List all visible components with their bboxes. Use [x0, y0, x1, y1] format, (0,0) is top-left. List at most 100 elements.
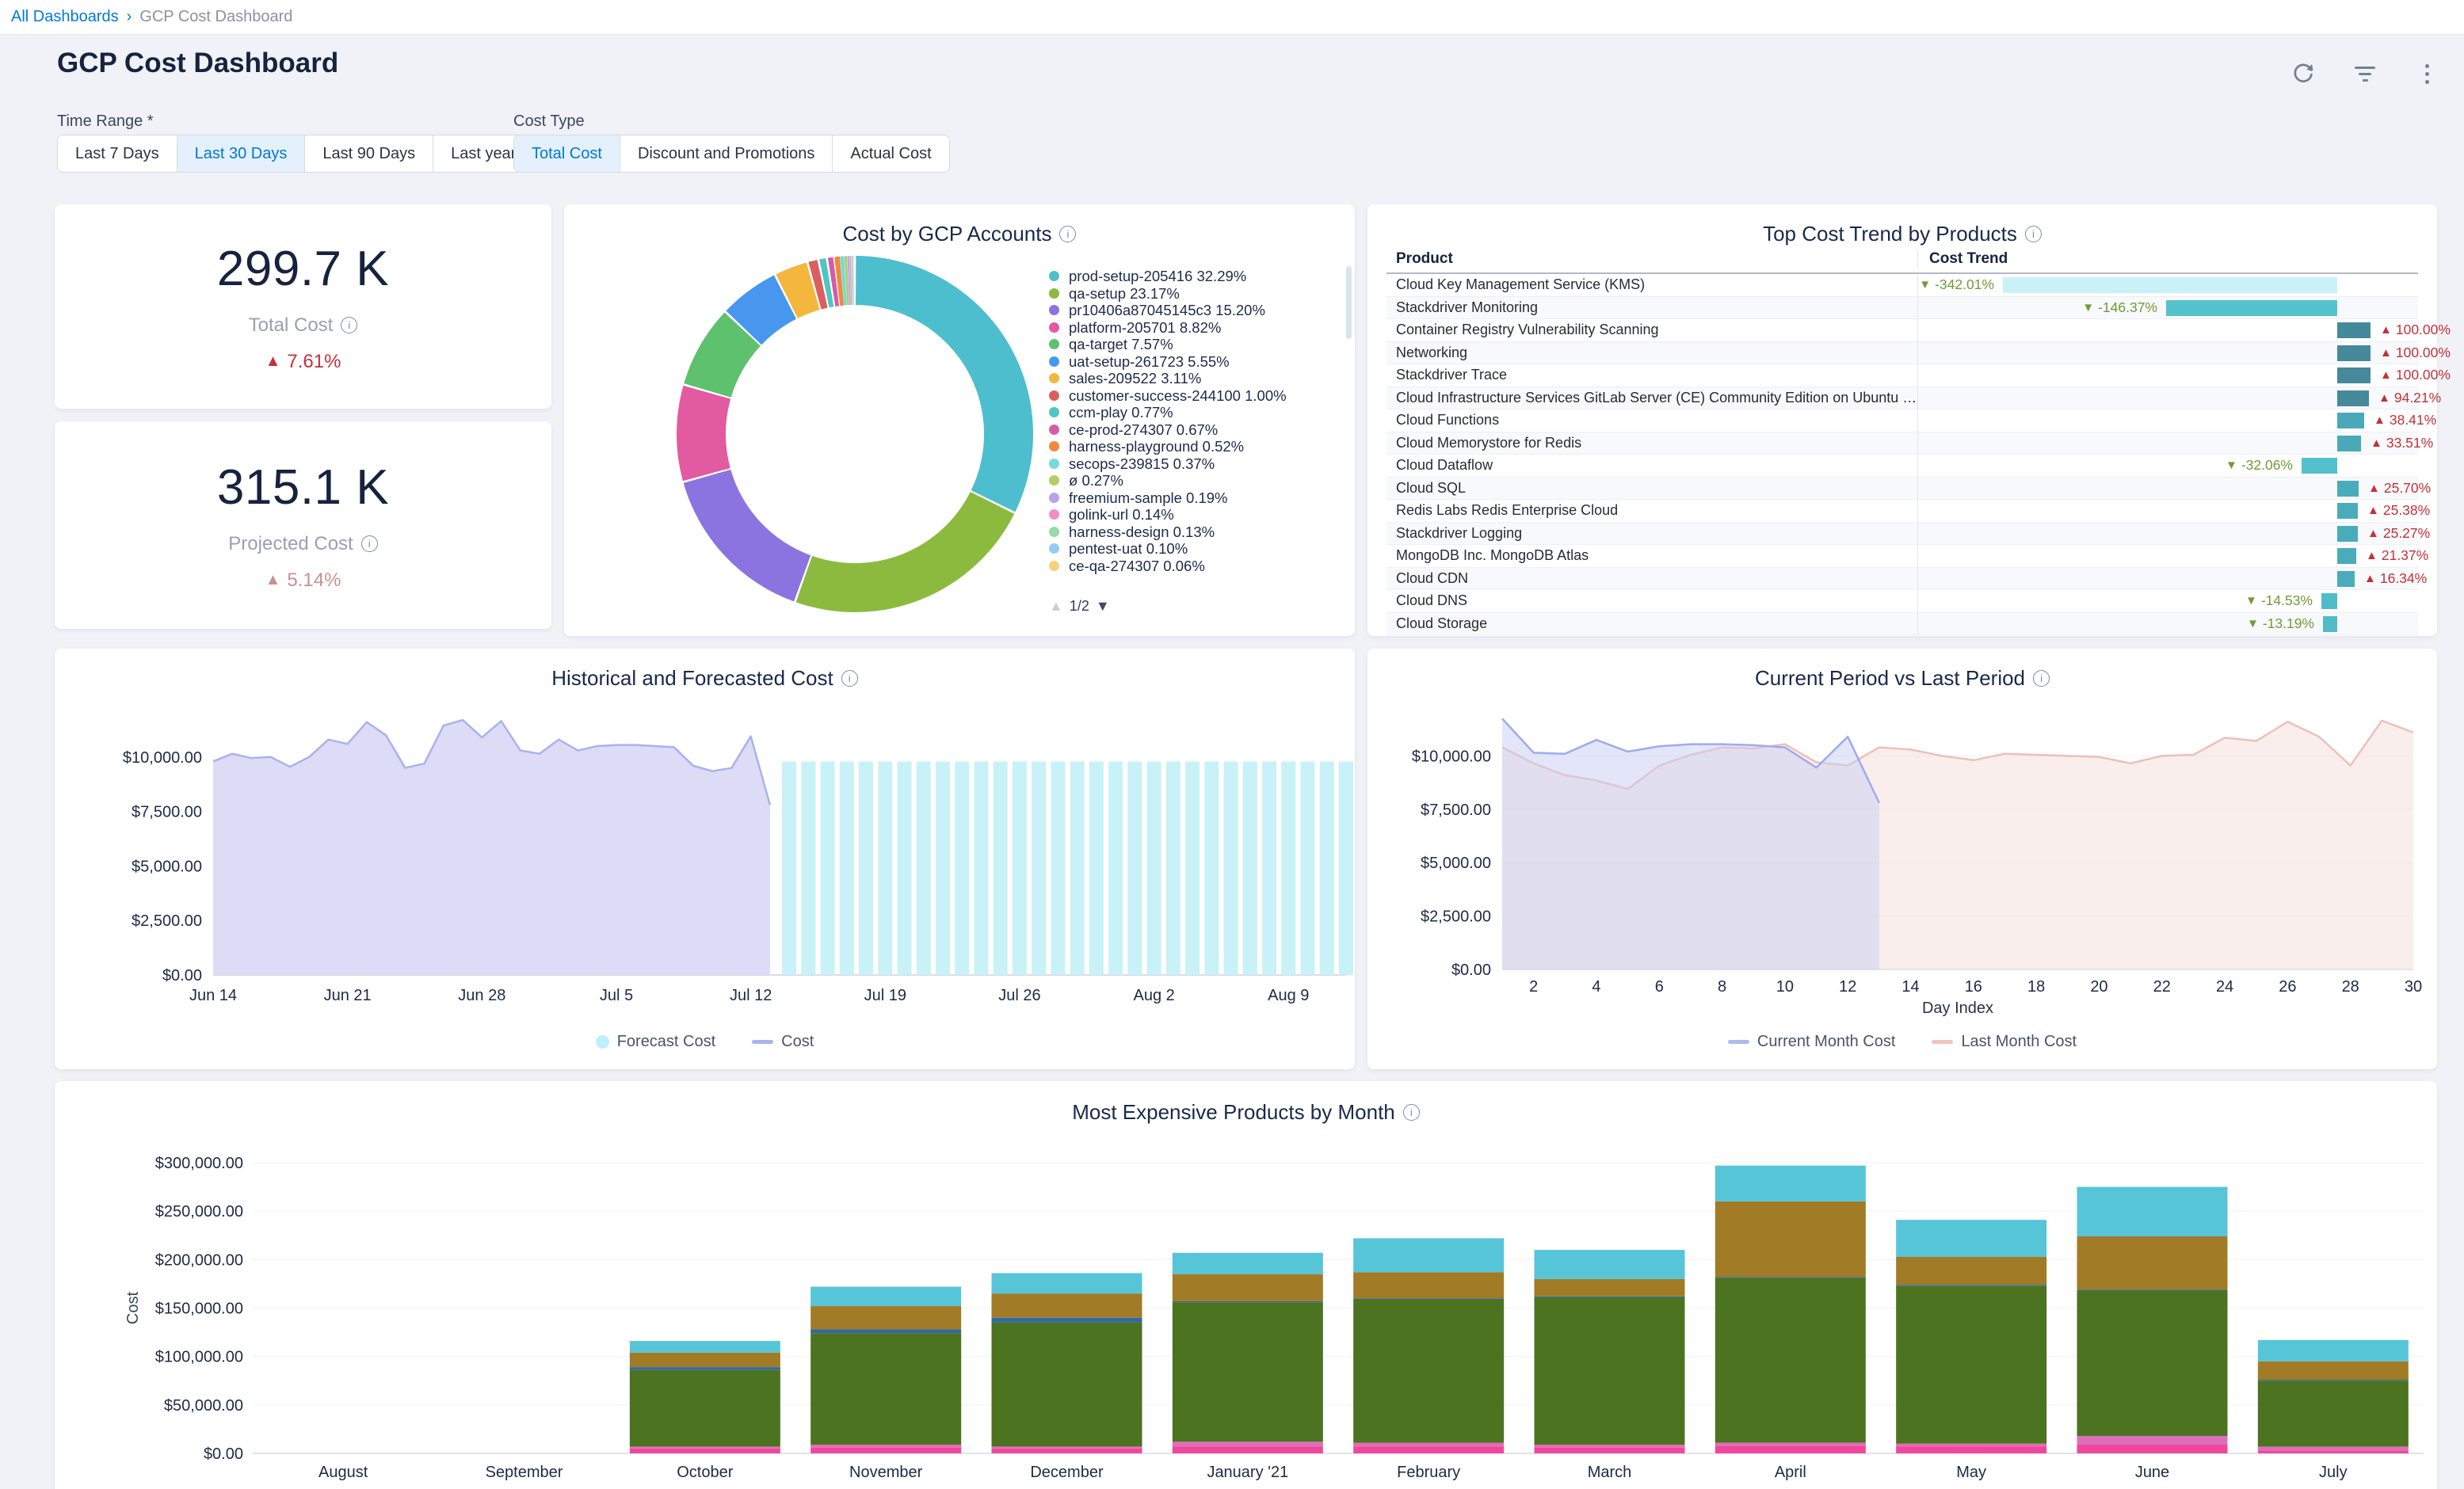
pager-up-icon[interactable]: ▲: [1049, 598, 1063, 615]
legend-item[interactable]: harness-design 0.13%: [1049, 524, 1360, 541]
stacked-bar-segment[interactable]: [2077, 1187, 2228, 1236]
filter-option-total-cost[interactable]: Total Cost: [514, 135, 620, 172]
stacked-bar-segment[interactable]: [1535, 1297, 1685, 1445]
legend-item[interactable]: qa-setup 23.17%: [1049, 285, 1360, 303]
legend-item[interactable]: harness-playground 0.52%: [1049, 438, 1360, 455]
stacked-bar-segment[interactable]: [2258, 1361, 2409, 1380]
legend-item[interactable]: sales-209522 3.11%: [1049, 370, 1360, 387]
stacked-bar-segment[interactable]: [811, 1287, 961, 1306]
legend-item[interactable]: ccm-play 0.77%: [1049, 404, 1360, 421]
legend-item[interactable]: ø 0.27%: [1049, 472, 1360, 489]
filter-option-actual-cost[interactable]: Actual Cost: [833, 135, 948, 172]
filter-icon[interactable]: [2351, 60, 2378, 87]
stacked-bar-segment[interactable]: [1353, 1443, 1504, 1447]
stacked-bar-segment[interactable]: [1896, 1257, 2046, 1285]
stacked-bar-segment[interactable]: [2077, 1236, 2228, 1289]
legend-item[interactable]: pr10406a87045145c3 15.20%: [1049, 302, 1360, 319]
stacked-bar-segment[interactable]: [630, 1367, 780, 1370]
stacked-bar-segment[interactable]: [992, 1318, 1142, 1323]
stacked-bar-segment[interactable]: [1535, 1448, 1685, 1453]
legend-item[interactable]: Cost: [752, 1033, 814, 1051]
stacked-bar-segment[interactable]: [2077, 1445, 2228, 1453]
legend-item[interactable]: qa-target 7.57%: [1049, 336, 1360, 353]
legend-item[interactable]: ce-qa-274307 0.06%: [1049, 558, 1360, 575]
stacked-bar-segment[interactable]: [630, 1353, 780, 1367]
legend-item[interactable]: secops-239815 0.37%: [1049, 455, 1360, 473]
stacked-bar-segment[interactable]: [2077, 1436, 2228, 1445]
stacked-bar-segment[interactable]: [1173, 1253, 1323, 1274]
donut-slice-ce-qa-274307[interactable]: [853, 256, 854, 305]
stacked-bar-segment[interactable]: [2258, 1340, 2409, 1361]
legend-item[interactable]: prod-setup-205416 32.29%: [1049, 268, 1360, 285]
stacked-bar-segment[interactable]: [1715, 1277, 1866, 1278]
info-icon[interactable]: i: [361, 535, 378, 552]
stacked-bar-segment[interactable]: [1535, 1445, 1685, 1448]
stacked-bar-segment[interactable]: [1715, 1166, 1866, 1201]
donut-slice-qa-setup[interactable]: [796, 492, 1015, 612]
stacked-bar-segment[interactable]: [1896, 1446, 2046, 1453]
stacked-bar-segment[interactable]: [1353, 1238, 1504, 1272]
legend-item[interactable]: Forecast Cost: [596, 1033, 715, 1051]
stacked-bar-segment[interactable]: [992, 1273, 1142, 1293]
stacked-bar-segment[interactable]: [1896, 1285, 2046, 1443]
stacked-bar-segment[interactable]: [1173, 1301, 1323, 1302]
info-icon[interactable]: i: [841, 670, 858, 687]
legend-scrollbar[interactable]: [1346, 266, 1352, 339]
info-icon[interactable]: i: [1059, 226, 1076, 242]
pager-down-icon[interactable]: ▼: [1096, 598, 1110, 615]
legend-item[interactable]: Last Month Cost: [1932, 1033, 2077, 1051]
info-icon[interactable]: i: [341, 317, 357, 333]
info-icon[interactable]: i: [2025, 226, 2042, 242]
filter-option-last-7-days[interactable]: Last 7 Days: [58, 135, 177, 172]
legend-item[interactable]: freemium-sample 0.19%: [1049, 489, 1360, 507]
stacked-bar-segment[interactable]: [1173, 1441, 1323, 1446]
stacked-bar-segment[interactable]: [1353, 1272, 1504, 1298]
legend-item[interactable]: ce-prod-274307 0.67%: [1049, 421, 1360, 439]
stacked-bar-segment[interactable]: [2258, 1446, 2409, 1450]
filter-option-last-90-days[interactable]: Last 90 Days: [305, 135, 433, 172]
stacked-bar-segment[interactable]: [1715, 1443, 1866, 1446]
stacked-bar-segment[interactable]: [630, 1446, 780, 1448]
legend-item[interactable]: platform-205701 8.82%: [1049, 319, 1360, 337]
legend-item[interactable]: pentest-uat 0.10%: [1049, 540, 1360, 558]
stacked-bar-segment[interactable]: [811, 1448, 961, 1453]
stacked-bar-segment[interactable]: [630, 1449, 780, 1453]
stacked-bar-segment[interactable]: [1173, 1302, 1323, 1441]
stacked-bar-segment[interactable]: [1535, 1279, 1685, 1297]
stacked-bar-segment[interactable]: [1173, 1446, 1323, 1453]
stacked-bar-segment[interactable]: [1353, 1446, 1504, 1453]
stacked-bar-segment[interactable]: [1353, 1299, 1504, 1442]
stacked-bar-segment[interactable]: [811, 1306, 961, 1329]
stacked-bar-segment[interactable]: [811, 1333, 961, 1445]
stacked-bar-segment[interactable]: [630, 1370, 780, 1447]
filter-option-discount-and-promotions[interactable]: Discount and Promotions: [620, 135, 833, 172]
info-icon[interactable]: i: [1403, 1104, 1420, 1121]
stacked-bar-segment[interactable]: [2077, 1289, 2228, 1290]
donut-slice-prod-setup-205416[interactable]: [856, 256, 1033, 512]
stacked-bar-segment[interactable]: [1896, 1444, 2046, 1447]
stacked-bar-segment[interactable]: [2077, 1290, 2228, 1436]
stacked-bar-segment[interactable]: [1173, 1274, 1323, 1301]
stacked-bar-segment[interactable]: [811, 1445, 961, 1448]
more-options-icon[interactable]: [2413, 60, 2440, 87]
stacked-bar-segment[interactable]: [1535, 1250, 1685, 1279]
stacked-bar-segment[interactable]: [992, 1446, 1142, 1448]
stacked-bar-segment[interactable]: [992, 1293, 1142, 1318]
filter-option-last-30-days[interactable]: Last 30 Days: [177, 135, 306, 172]
refresh-icon[interactable]: [2290, 60, 2317, 87]
stacked-bar-segment[interactable]: [811, 1329, 961, 1333]
legend-item[interactable]: customer-success-244100 1.00%: [1049, 387, 1360, 405]
legend-item[interactable]: golink-url 0.14%: [1049, 506, 1360, 524]
donut-slice-pr10406a87045145c3[interactable]: [684, 470, 811, 602]
legend-item[interactable]: uat-setup-261723 5.55%: [1049, 353, 1360, 371]
stacked-bar-segment[interactable]: [630, 1341, 780, 1353]
stacked-bar-segment[interactable]: [992, 1449, 1142, 1453]
info-icon[interactable]: i: [2033, 670, 2050, 687]
stacked-bar-segment[interactable]: [1715, 1201, 1866, 1277]
stacked-bar-segment[interactable]: [1353, 1298, 1504, 1299]
stacked-bar-segment[interactable]: [1896, 1220, 2046, 1256]
stacked-bar-segment[interactable]: [1715, 1445, 1866, 1453]
stacked-bar-segment[interactable]: [2258, 1450, 2409, 1453]
stacked-bar-segment[interactable]: [1715, 1278, 1866, 1443]
breadcrumb-root-link[interactable]: All Dashboards: [11, 8, 119, 26]
